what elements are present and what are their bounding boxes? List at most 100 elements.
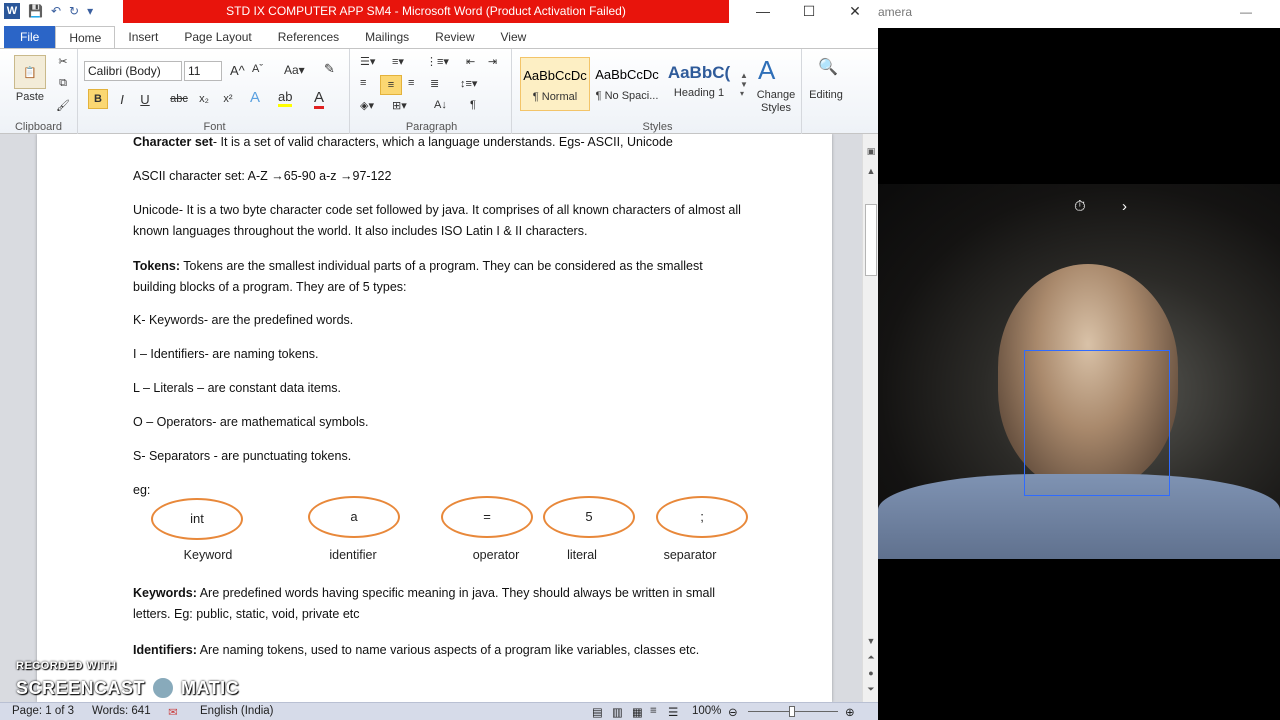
multilevel-list-icon[interactable]: ⋮≡▾ bbox=[426, 55, 449, 68]
grow-font-icon[interactable]: A^ bbox=[230, 63, 245, 78]
eg-label: eg: bbox=[133, 483, 151, 497]
line-spacing-icon[interactable]: ↕≡▾ bbox=[460, 77, 477, 90]
change-styles-icon[interactable]: A bbox=[758, 55, 775, 86]
underline-button[interactable]: U bbox=[136, 89, 154, 109]
align-center-icon[interactable]: ≡ bbox=[380, 75, 402, 95]
style-no-spacing[interactable]: AaBbCcDc ¶ No Spaci... bbox=[592, 57, 662, 111]
save-icon[interactable]: 💾 bbox=[28, 4, 43, 18]
document-area: Character set- It is a set of valid char… bbox=[0, 134, 862, 702]
borders-icon[interactable]: ⊞▾ bbox=[392, 99, 407, 112]
text-effects-icon[interactable]: A bbox=[250, 89, 260, 106]
minimize-button[interactable]: — bbox=[740, 0, 786, 23]
clipboard-group: 📋 Paste ✂ ⧉ 🖌 Clipboard bbox=[0, 49, 78, 135]
timer-icon[interactable]: ⏱ bbox=[1074, 198, 1086, 215]
token-oval-operator: = bbox=[441, 496, 533, 538]
change-styles-button[interactable]: Change Styles bbox=[752, 89, 800, 115]
web-layout-icon[interactable]: ▦ bbox=[632, 705, 643, 719]
paste-button[interactable]: Paste bbox=[8, 91, 52, 103]
zoom-out-icon[interactable]: ⊖ bbox=[728, 705, 738, 719]
find-icon[interactable]: 🔍 bbox=[818, 57, 838, 77]
proofing-icon[interactable]: ✉ bbox=[168, 705, 178, 719]
tab-home[interactable]: Home bbox=[55, 26, 116, 48]
maximize-button[interactable]: ☐ bbox=[786, 0, 832, 23]
font-size-dropdown[interactable]: 11 bbox=[184, 61, 222, 81]
customize-qat-icon[interactable]: ▾ bbox=[87, 4, 93, 18]
superscript-button[interactable]: x² bbox=[218, 89, 238, 109]
increase-indent-icon[interactable]: ⇥ bbox=[488, 55, 497, 68]
scroll-down-icon[interactable]: ▼ bbox=[863, 636, 878, 646]
zoom-level[interactable]: 100% bbox=[692, 705, 721, 717]
cut-icon[interactable]: ✂ bbox=[56, 55, 70, 68]
vertical-scrollbar[interactable]: ▣ ▲ ▼ ⏶ ● ⏷ bbox=[862, 134, 878, 702]
watermark-text-a: SCREENCAST bbox=[16, 677, 146, 698]
style-normal[interactable]: AaBbCcDc ¶ Normal bbox=[520, 57, 590, 111]
shrink-font-icon[interactable]: Aˇ bbox=[252, 63, 263, 75]
token-label-separator: separator bbox=[663, 548, 717, 562]
next-page-icon[interactable]: ⏷ bbox=[863, 684, 878, 695]
tab-view[interactable]: View bbox=[488, 26, 540, 48]
camera-minimize-button[interactable]: — bbox=[1240, 0, 1252, 24]
numbering-icon[interactable]: ≡▾ bbox=[392, 55, 404, 68]
change-case-icon[interactable]: Aa▾ bbox=[284, 63, 305, 77]
format-painter-icon[interactable]: 🖌 bbox=[56, 99, 70, 112]
clear-formatting-icon[interactable]: ✎ bbox=[324, 61, 335, 77]
font-name-dropdown[interactable]: Calibri (Body) bbox=[84, 61, 182, 81]
next-arrow-icon[interactable]: › bbox=[1122, 198, 1127, 215]
subscript-button[interactable]: x₂ bbox=[194, 89, 214, 109]
browse-object-icon[interactable]: ● bbox=[863, 668, 878, 678]
styles-group: AaBbCcDc ¶ Normal AaBbCcDc ¶ No Spaci...… bbox=[514, 49, 802, 135]
style-preview: AaBbCcDc bbox=[523, 68, 587, 83]
tab-page-layout[interactable]: Page Layout bbox=[171, 26, 264, 48]
zoom-in-icon[interactable]: ⊕ bbox=[845, 705, 855, 719]
strikethrough-button[interactable]: abc bbox=[168, 89, 190, 109]
full-screen-reading-icon[interactable]: ▥ bbox=[612, 705, 623, 719]
font-color-icon[interactable]: A bbox=[314, 89, 325, 109]
scroll-thumb[interactable] bbox=[865, 204, 877, 276]
tab-references[interactable]: References bbox=[265, 26, 352, 48]
justify-icon[interactable]: ≣ bbox=[430, 77, 439, 90]
styles-label: Styles bbox=[642, 121, 673, 133]
zoom-slider-handle[interactable] bbox=[789, 706, 795, 717]
bullets-icon[interactable]: ☰▾ bbox=[360, 55, 375, 68]
align-right-icon[interactable]: ≡ bbox=[408, 77, 414, 89]
ruler-toggle-icon[interactable]: ▣ bbox=[863, 146, 878, 157]
editing-button[interactable]: Editing bbox=[804, 89, 848, 101]
copy-icon[interactable]: ⧉ bbox=[56, 77, 70, 90]
sort-icon[interactable]: A↓ bbox=[434, 99, 447, 111]
tab-mailings[interactable]: Mailings bbox=[352, 26, 422, 48]
token-oval-keyword: int bbox=[151, 498, 243, 540]
screencast-watermark: RECORDED WITH SCREENCAST MATIC bbox=[16, 660, 239, 702]
shading-icon[interactable]: ◈▾ bbox=[360, 99, 374, 112]
bold-button[interactable]: B bbox=[88, 89, 108, 109]
screencast-logo-icon bbox=[149, 674, 178, 702]
tab-file[interactable]: File bbox=[4, 26, 56, 48]
style-heading-1[interactable]: AaBbC( Heading 1 bbox=[664, 57, 734, 111]
draft-icon[interactable]: ☰ bbox=[668, 705, 678, 719]
align-left-icon[interactable]: ≡ bbox=[360, 77, 366, 89]
token-oval-separator: ; bbox=[656, 496, 748, 538]
print-layout-icon[interactable]: ▤ bbox=[592, 705, 603, 719]
outline-icon[interactable]: ≡ bbox=[650, 705, 657, 717]
italic-button[interactable]: I bbox=[114, 89, 130, 109]
watermark-line2: SCREENCAST MATIC bbox=[16, 674, 239, 702]
language-indicator[interactable]: English (India) bbox=[200, 705, 274, 717]
styles-scroll-icon[interactable]: ▲ ▼ ▾ bbox=[738, 57, 750, 111]
tab-insert[interactable]: Insert bbox=[115, 26, 171, 48]
show-marks-icon[interactable]: ¶ bbox=[470, 99, 476, 111]
decrease-indent-icon[interactable]: ⇤ bbox=[466, 55, 475, 68]
paste-icon[interactable]: 📋 bbox=[14, 55, 46, 89]
redo-icon[interactable]: ↻ bbox=[69, 4, 79, 18]
editing-group: 🔍 Editing bbox=[804, 49, 862, 135]
close-button[interactable]: ✕ bbox=[832, 0, 878, 23]
undo-icon[interactable]: ↶ bbox=[51, 4, 61, 18]
tab-review[interactable]: Review bbox=[422, 26, 487, 48]
document-page[interactable]: Character set- It is a set of valid char… bbox=[37, 134, 832, 702]
highlight-icon[interactable]: ab bbox=[278, 89, 293, 107]
token-label-literal: literal bbox=[567, 548, 597, 562]
watermark-text-b: MATIC bbox=[181, 677, 240, 698]
title-bar: W 💾 ↶ ↻ ▾ STD IX COMPUTER APP SM4 - Micr… bbox=[0, 0, 878, 25]
previous-page-icon[interactable]: ⏶ bbox=[863, 652, 878, 663]
word-count[interactable]: Words: 641 bbox=[92, 705, 151, 717]
scroll-up-icon[interactable]: ▲ bbox=[863, 166, 878, 176]
page-count[interactable]: Page: 1 of 3 bbox=[12, 705, 74, 717]
